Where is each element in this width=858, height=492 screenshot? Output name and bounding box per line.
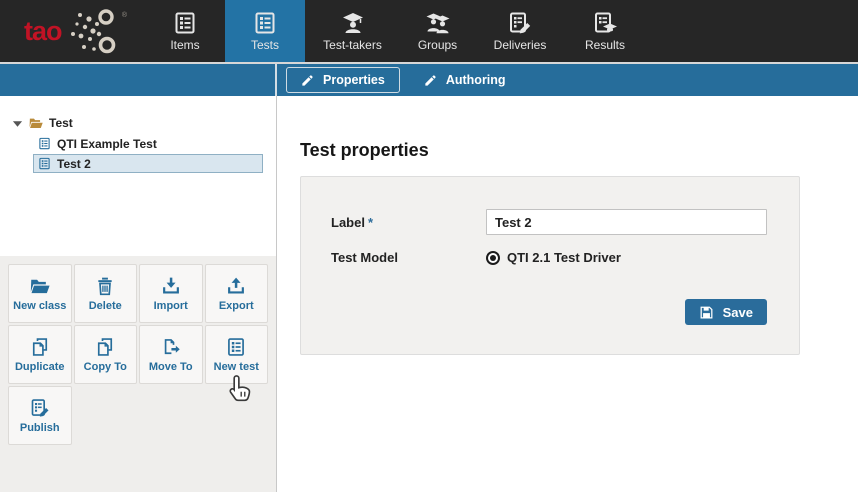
nav-item-deliveries[interactable]: Deliveries <box>475 0 565 62</box>
radio-dot <box>490 255 496 261</box>
new-test-button[interactable]: New test <box>205 325 269 384</box>
tab-label: Properties <box>323 73 385 87</box>
resource-sidebar: Test QTI Example Test Test 2 New class <box>0 96 277 492</box>
tree-item-label: Test 2 <box>57 157 91 171</box>
nav-item-tests[interactable]: Tests <box>225 0 305 62</box>
save-row: Save <box>685 299 767 325</box>
tree-root-test-class[interactable]: Test <box>0 113 276 133</box>
trash-icon <box>95 276 115 296</box>
import-button[interactable]: Import <box>139 264 203 323</box>
duplicate-button[interactable]: Duplicate <box>8 325 72 384</box>
page-title: Test properties <box>300 140 858 161</box>
main-content: Test properties Label* Test Model QTI 2.… <box>278 96 858 492</box>
resource-tree: Test QTI Example Test Test 2 <box>0 96 276 173</box>
tab-properties[interactable]: Properties <box>286 67 400 93</box>
tests-icon <box>253 11 277 35</box>
import-icon <box>161 276 181 296</box>
test-icon <box>38 157 51 170</box>
tab-label: Authoring <box>446 73 506 87</box>
action-label: Export <box>219 301 254 312</box>
action-label: Copy To <box>84 362 127 373</box>
test-model-row: Test Model QTI 2.1 Test Driver <box>331 250 767 265</box>
folder-open-icon <box>28 116 44 130</box>
test-model-radio[interactable] <box>486 251 500 265</box>
copy-to-button[interactable]: Copy To <box>74 325 138 384</box>
new-test-icon <box>226 337 246 357</box>
nav-item-test-takers[interactable]: Test-takers <box>305 0 400 62</box>
publish-button[interactable]: Publish <box>8 386 72 445</box>
test-model-option-label: QTI 2.1 Test Driver <box>507 250 621 265</box>
nav-item-groups[interactable]: Groups <box>400 0 475 62</box>
nav-item-label: Groups <box>418 39 457 51</box>
label-input[interactable] <box>486 209 767 235</box>
move-to-button[interactable]: Move To <box>139 325 203 384</box>
nav-item-label: Deliveries <box>494 39 547 51</box>
sub-nav: Properties Authoring <box>0 64 858 96</box>
export-icon <box>226 276 246 296</box>
move-icon <box>161 337 181 357</box>
action-label: New test <box>214 362 259 373</box>
pencil-icon <box>301 74 314 87</box>
top-nav: tao ® Items Tests Test-take <box>0 0 858 62</box>
tao-logo-dots <box>64 7 120 55</box>
test-properties-form: Label* Test Model QTI 2.1 Test Driver Sa… <box>300 176 800 355</box>
new-class-button[interactable]: New class <box>8 264 72 323</box>
duplicate-icon <box>30 337 50 357</box>
save-icon <box>699 305 714 320</box>
tree-item-qti-example-test[interactable]: QTI Example Test <box>33 134 276 153</box>
nav-item-results[interactable]: Results <box>565 0 645 62</box>
action-label: New class <box>13 301 66 312</box>
tree-item-test-2[interactable]: Test 2 <box>33 154 263 173</box>
items-icon <box>173 11 197 35</box>
label-field-label: Label* <box>331 215 486 230</box>
caret-down-icon[interactable] <box>12 118 23 129</box>
action-label: Import <box>154 301 188 312</box>
new-class-icon <box>30 276 50 296</box>
tao-logo-text: tao <box>24 18 62 45</box>
publish-icon <box>30 398 50 418</box>
delete-button[interactable]: Delete <box>74 264 138 323</box>
action-label: Publish <box>20 423 60 434</box>
subnav-sidebar-spacer <box>0 64 277 96</box>
action-button-grid: New class Delete Import Export Duplicate <box>8 264 268 445</box>
registered-mark: ® <box>122 12 127 19</box>
pencil-icon <box>424 74 437 87</box>
tree-action-bar: New class Delete Import Export Duplicate <box>0 256 276 492</box>
nav-item-items[interactable]: Items <box>145 0 225 62</box>
nav-item-label: Results <box>585 39 625 51</box>
test-icon <box>38 137 51 150</box>
nav-item-label: Tests <box>251 39 279 51</box>
action-label: Duplicate <box>15 362 65 373</box>
test-model-label: Test Model <box>331 250 486 265</box>
test-takers-icon <box>341 11 365 35</box>
copy-icon <box>95 337 115 357</box>
label-field-row: Label* <box>331 209 767 235</box>
tree-root-label: Test <box>49 116 73 130</box>
action-label: Delete <box>89 301 122 312</box>
tab-authoring[interactable]: Authoring <box>409 67 521 93</box>
save-label: Save <box>723 305 753 320</box>
tao-logo[interactable]: tao ® <box>0 0 145 62</box>
required-marker: * <box>368 215 373 230</box>
action-label: Move To <box>149 362 193 373</box>
nav-item-label: Items <box>170 39 199 51</box>
deliveries-icon <box>508 11 532 35</box>
groups-icon <box>426 11 450 35</box>
tao-application: tao ® Items Tests Test-take <box>0 0 858 492</box>
export-button[interactable]: Export <box>205 264 269 323</box>
save-button[interactable]: Save <box>685 299 767 325</box>
label-text: Label <box>331 215 365 230</box>
nav-item-label: Test-takers <box>323 39 382 51</box>
tree-item-label: QTI Example Test <box>57 137 157 151</box>
results-icon <box>593 11 617 35</box>
